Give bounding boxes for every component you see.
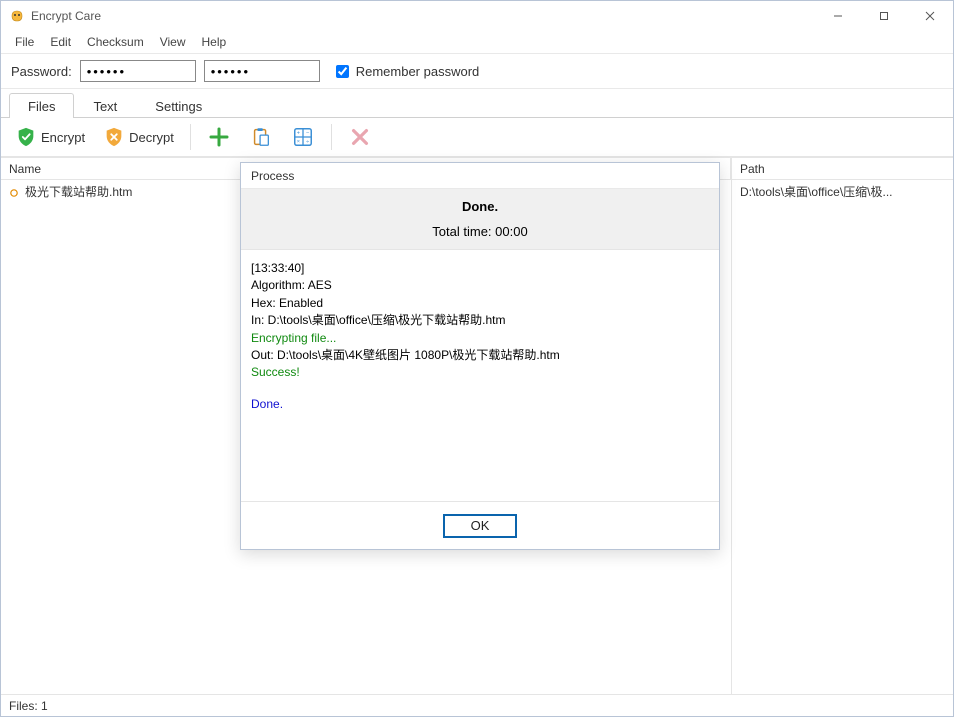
menu-edit[interactable]: Edit [42,33,79,51]
process-dialog: Process Done. Total time: 00:00 [13:33:4… [240,162,720,550]
menubar: File Edit Checksum View Help [1,31,953,53]
titlebar: Encrypt Care [1,1,953,31]
dialog-header: Done. Total time: 00:00 [241,189,719,250]
x-icon [348,125,372,149]
minimize-button[interactable] [815,1,861,31]
window-controls [815,1,953,31]
dialog-total-time: Total time: 00:00 [251,224,709,239]
log-hex: Hex: Enabled [251,295,709,312]
decrypt-button[interactable]: Decrypt [97,122,180,152]
path-column: Path D:\tools\桌面\office\压缩\极... [731,158,953,694]
close-button[interactable] [907,1,953,31]
file-status-icon [9,187,19,197]
svg-text:÷: ÷ [306,139,309,145]
toolbar-separator-2 [331,124,332,150]
log-out: Out: D:\tools\桌面\4K壁纸图片 1080P\极光下载站帮助.ht… [251,347,709,364]
toolbar: Encrypt Decrypt [1,117,953,157]
calc-button[interactable]: + − × ÷ [285,121,321,153]
menu-checksum[interactable]: Checksum [79,33,152,51]
tab-files[interactable]: Files [9,93,74,118]
dialog-title: Process [241,163,719,189]
dialog-footer: OK [241,501,719,549]
ok-button[interactable]: OK [443,514,517,538]
app-title: Encrypt Care [31,9,815,23]
app-icon [9,8,25,24]
tabbar: Files Text Settings [1,89,953,117]
add-button[interactable] [201,121,237,153]
path-row[interactable]: D:\tools\桌面\office\压缩\极... [732,180,953,203]
log-in: In: D:\tools\桌面\office\压缩\极光下载站帮助.htm [251,312,709,329]
statusbar: Files: 1 [1,694,953,716]
log-done: Done. [251,396,709,413]
calculator-icon: + − × ÷ [291,125,315,149]
maximize-button[interactable] [861,1,907,31]
dialog-done-label: Done. [251,199,709,214]
clipboard-icon [249,125,273,149]
tab-text[interactable]: Text [74,93,136,118]
shield-x-icon [103,126,125,148]
svg-text:×: × [297,139,300,145]
decrypt-label: Decrypt [129,130,174,145]
log-success: Success! [251,364,709,381]
app-window: Encrypt Care File Edit Checksum View Hel… [0,0,954,717]
password-input-2[interactable] [204,60,320,82]
svg-text:−: − [306,131,309,137]
log-timestamp: [13:33:40] [251,260,709,277]
password-bar: Password: Remember password [1,53,953,89]
encrypt-label: Encrypt [41,130,85,145]
remember-password-label[interactable]: Remember password [332,62,480,81]
dialog-log: [13:33:40] Algorithm: AES Hex: Enabled I… [241,250,719,501]
remove-button[interactable] [342,121,378,153]
shield-check-icon [15,126,37,148]
remember-password-text: Remember password [356,64,480,79]
file-path: D:\tools\桌面\office\压缩\极... [740,183,893,200]
menu-file[interactable]: File [7,33,42,51]
encrypt-button[interactable]: Encrypt [9,122,91,152]
file-name: 极光下载站帮助.htm [25,183,132,200]
svg-text:+: + [297,131,300,137]
paste-button[interactable] [243,121,279,153]
column-header-path[interactable]: Path [732,158,953,180]
password-input-1[interactable] [80,60,196,82]
password-label: Password: [11,64,72,79]
path-rows: D:\tools\桌面\office\压缩\极... [732,180,953,694]
menu-help[interactable]: Help [194,33,235,51]
log-algorithm: Algorithm: AES [251,277,709,294]
status-files: Files: 1 [9,699,48,713]
tab-settings[interactable]: Settings [136,93,221,118]
plus-icon [207,125,231,149]
remember-password-checkbox[interactable] [336,65,349,78]
toolbar-separator [190,124,191,150]
log-encrypting: Encrypting file... [251,330,709,347]
menu-view[interactable]: View [152,33,194,51]
